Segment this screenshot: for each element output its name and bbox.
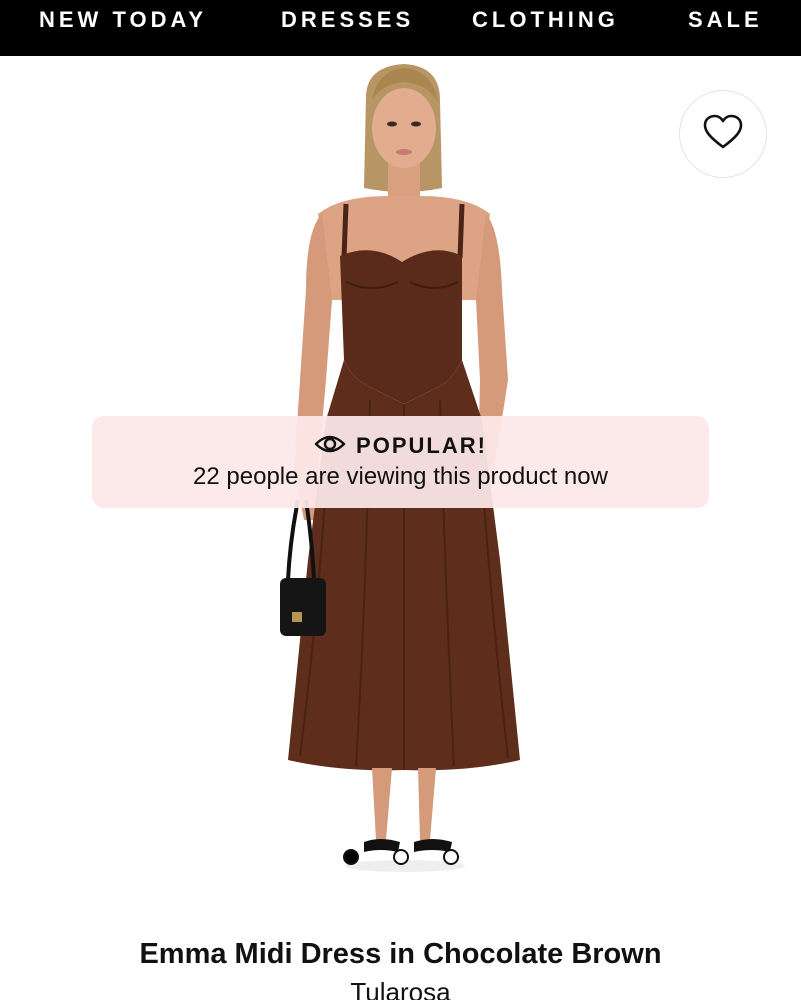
gallery-dot-1[interactable] — [343, 849, 359, 865]
nav-item-sale[interactable]: SALE — [688, 7, 763, 33]
nav-item-new-today[interactable]: NEW TODAY — [39, 7, 207, 33]
heart-icon — [703, 114, 743, 155]
brand-link[interactable]: Tularosa — [0, 977, 801, 1000]
favorite-button[interactable] — [679, 90, 767, 178]
gallery-dot-3[interactable] — [443, 849, 459, 865]
popular-message: 22 people are viewing this product now — [193, 463, 608, 490]
nav-item-clothing[interactable]: CLOTHING — [472, 7, 619, 33]
gallery-dot-2[interactable] — [393, 849, 409, 865]
eye-icon — [314, 433, 346, 460]
popular-header: POPULAR! — [92, 432, 709, 460]
product-title: Emma Midi Dress in Chocolate Brown — [139, 938, 662, 970]
top-nav: NEW TODAY DRESSES CLOTHING SALE — [0, 0, 801, 56]
nav-item-dresses[interactable]: DRESSES — [281, 7, 414, 33]
gallery-pagination — [343, 849, 459, 865]
popular-banner: POPULAR! 22 people are viewing this prod… — [92, 416, 709, 508]
popular-title: POPULAR! — [356, 433, 487, 458]
